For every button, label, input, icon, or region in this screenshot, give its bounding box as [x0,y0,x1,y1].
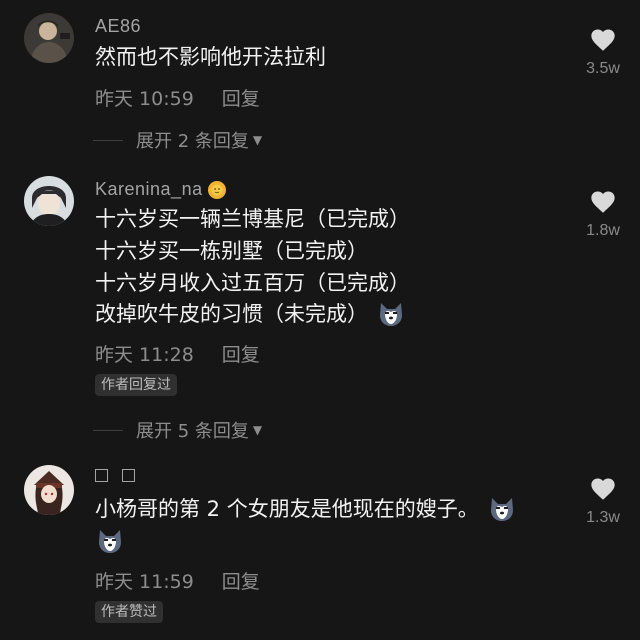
comment-time: 昨天 11:28 [95,344,194,366]
comment-text-line-1: 十六岁买一辆兰博基尼（已完成） [95,207,410,231]
triangle-down-icon: ▼ [252,423,263,437]
heart-icon [589,475,617,503]
placeholder-glyph [122,469,135,482]
husky-dog-emoji [95,526,125,556]
reply-button[interactable]: 回复 [222,340,260,367]
divider [93,139,123,141]
comment-text: 然而也不影响他开法拉利 [95,45,326,69]
comment-text: 小杨哥的第 2 个女朋友是他现在的嫂子。 [95,494,517,524]
comment-meta: 昨天 11:28 回复 [95,340,260,367]
username[interactable] [95,469,145,482]
comment-text-line-2: 十六岁买一栋别墅（已完成） [95,239,368,263]
like-count: 1.8w [586,222,620,239]
comment-time: 昨天 10:59 [95,88,194,110]
comment-meta: 昨天 10:59 回复 [95,84,260,111]
avatar-karenina[interactable] [24,176,74,226]
husky-dog-emoji [376,299,406,329]
author-replied-badge: 作者回复过 [95,374,177,396]
like-button[interactable]: 1.3w [580,475,626,527]
like-count: 3.5w [586,60,620,77]
comment-meta: 昨天 11:59 回复 [95,567,260,594]
heart-icon [589,26,617,54]
husky-dog-emoji [487,494,517,524]
comment-emoji-line [95,526,125,556]
avatar-user3[interactable] [24,465,74,515]
comment-text-line-3: 十六岁月收入过五百万（已完成） [95,271,410,295]
sun-emoji [207,180,226,199]
expand-replies-button[interactable]: 展开 2 条回复 ▼ [93,127,262,153]
reply-button[interactable]: 回复 [222,84,260,111]
username[interactable]: Karenina_na [95,179,227,200]
reply-button[interactable]: 回复 [222,567,260,594]
author-liked-badge: 作者赞过 [95,601,163,623]
like-count: 1.3w [586,509,620,526]
triangle-down-icon: ▼ [252,133,263,147]
username[interactable]: AE86 [95,16,141,37]
expand-replies-button[interactable]: 展开 5 条回复 ▼ [93,417,262,443]
comment-text-line-4: 改掉吹牛皮的习惯（未完成） [95,299,406,329]
placeholder-glyph [95,469,108,482]
comment-time: 昨天 11:59 [95,571,194,593]
heart-icon [589,188,617,216]
divider [93,429,123,431]
avatar-ae86[interactable] [24,13,74,63]
like-button[interactable]: 1.8w [580,188,626,240]
like-button[interactable]: 3.5w [580,26,626,78]
